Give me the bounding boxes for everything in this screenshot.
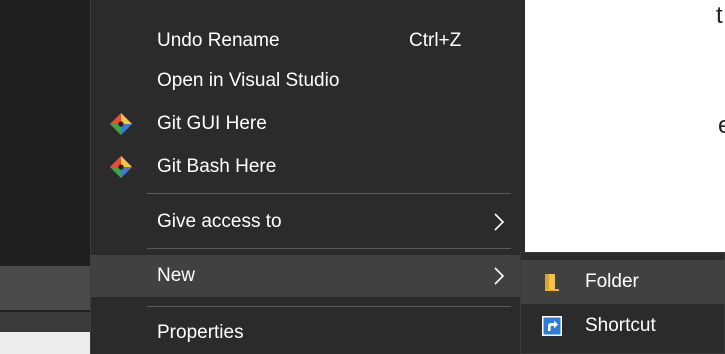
- document-text-fragment: e: [718, 112, 725, 139]
- chevron-right-icon: [494, 267, 505, 285]
- menu-separator: [147, 248, 511, 249]
- menu-item-open-in-visual-studio[interactable]: Open in Visual Studio: [91, 60, 525, 102]
- menu-item-label: Git GUI Here: [157, 113, 267, 134]
- background-toolbar-strip: [0, 266, 90, 310]
- menu-separator: [147, 306, 511, 307]
- menu-item-undo-rename[interactable]: Undo Rename Ctrl+Z: [91, 20, 525, 62]
- menu-item-label: Undo Rename: [157, 30, 280, 51]
- submenu-item-label: Folder: [585, 271, 639, 292]
- menu-item-git-bash-here[interactable]: Git Bash Here: [91, 146, 525, 188]
- submenu-item-folder[interactable]: Folder: [521, 260, 725, 304]
- chevron-right-icon: [494, 213, 505, 231]
- submenu-item-shortcut[interactable]: Shortcut: [521, 304, 725, 348]
- new-submenu: Folder Shortcut: [520, 252, 725, 354]
- document-text-fragment: t: [716, 2, 723, 29]
- menu-item-label: Open in Visual Studio: [157, 70, 340, 91]
- menu-item-label: New: [157, 265, 196, 286]
- menu-item-shortcut: Ctrl+Z: [409, 30, 462, 51]
- background-light-area: [0, 332, 90, 354]
- context-menu: Undo Rename Ctrl+Z Open in Visual Studio…: [90, 0, 525, 354]
- folder-icon: [545, 274, 559, 291]
- submenu-item-label: Shortcut: [585, 315, 656, 336]
- menu-separator: [147, 193, 511, 194]
- menu-item-give-access-to[interactable]: Give access to: [91, 201, 525, 243]
- git-icon: [110, 156, 132, 178]
- menu-item-label: Give access to: [157, 211, 282, 232]
- shortcut-icon: [542, 316, 562, 336]
- menu-item-git-gui-here[interactable]: Git GUI Here: [91, 103, 525, 145]
- menu-item-properties[interactable]: Properties: [91, 312, 525, 354]
- git-icon: [110, 113, 132, 135]
- menu-item-new[interactable]: New: [91, 255, 525, 297]
- menu-item-label: Git Bash Here: [157, 156, 277, 177]
- menu-item-label: Properties: [157, 322, 244, 343]
- background-strip: [0, 312, 90, 332]
